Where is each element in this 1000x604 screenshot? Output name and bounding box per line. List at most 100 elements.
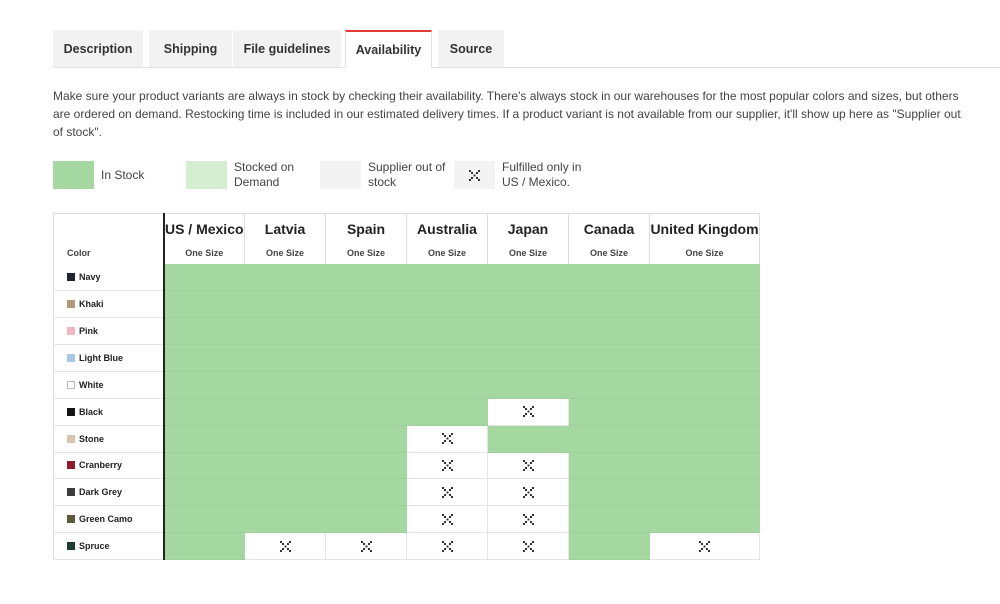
tab-availability[interactable]: Availability	[345, 30, 432, 68]
region-header-latvia: Latvia One Size	[244, 213, 326, 264]
in-stock-cell	[325, 264, 407, 292]
region-header-us-mexico: US / Mexico One Size	[162, 213, 245, 264]
color-swatch	[67, 542, 75, 551]
x-cross-icon	[522, 459, 534, 471]
in-stock-cell	[649, 371, 760, 399]
in-stock-cell	[568, 398, 650, 426]
x-cross-icon	[360, 540, 372, 552]
in-stock-cell	[487, 425, 569, 453]
in-stock-cell	[244, 425, 326, 453]
color-cell: Khaki	[53, 290, 165, 319]
in-stock-cell	[568, 344, 650, 372]
tab-bar: Description Shipping File guidelines Ava…	[53, 30, 1000, 68]
legend-fulfilled-us: Fulfilled only in US / Mexico.	[454, 160, 592, 189]
in-stock-cell	[163, 452, 245, 480]
x-cross-icon	[441, 433, 453, 445]
color-column-header: Color	[53, 213, 164, 264]
in-stock-cell	[325, 398, 407, 426]
color-name: Cranberry	[79, 460, 123, 471]
in-stock-cell	[163, 264, 245, 292]
color-name: Light Blue	[79, 353, 123, 363]
color-swatch	[67, 327, 75, 336]
color-cell: White	[53, 371, 165, 399]
in-stock-cell	[244, 478, 326, 507]
in-stock-cell	[163, 478, 245, 507]
fulfilled-us-only-cell	[487, 505, 569, 534]
in-stock-cell	[325, 478, 407, 507]
in-stock-cell	[568, 452, 650, 480]
table-row: Stone	[53, 425, 760, 453]
table-row: Light Blue	[53, 344, 760, 372]
x-cross-icon	[469, 169, 480, 181]
in-stock-cell	[568, 505, 650, 534]
size-label: One Size	[508, 248, 547, 258]
region-name: Spain	[346, 221, 386, 237]
in-stock-cell	[568, 264, 650, 292]
fulfilled-us-only-cell	[487, 478, 569, 507]
legend-supplier-out: Supplier out of stock	[320, 160, 458, 189]
color-name: Black	[79, 406, 104, 417]
color-name: White	[79, 379, 104, 390]
in-stock-cell	[244, 452, 326, 480]
color-cell: Pink	[53, 317, 165, 346]
color-swatch	[67, 434, 75, 443]
x-cross-icon	[522, 540, 534, 552]
in-stock-cell	[568, 532, 650, 560]
legend-on-demand-label: Stocked on Demand	[234, 160, 295, 189]
in-stock-cell	[487, 317, 569, 346]
color-cell: Cranberry	[53, 452, 165, 480]
color-name: Stone	[79, 433, 105, 444]
in-stock-cell	[487, 290, 569, 319]
table-row: Dark Grey	[53, 478, 760, 507]
color-name: Green Camo	[79, 514, 133, 525]
in-stock-cell	[406, 290, 488, 319]
fulfilled-us-only-cell	[487, 452, 569, 480]
color-cell: Black	[53, 398, 165, 426]
table-row: Green Camo	[53, 505, 760, 534]
in-stock-cell	[406, 344, 488, 372]
in-stock-cell	[244, 317, 326, 346]
fulfilled-us-only-cell	[649, 532, 760, 560]
fulfilled-us-only-cell	[487, 532, 569, 560]
size-label: One Size	[346, 248, 385, 258]
in-stock-cell	[244, 371, 326, 399]
size-label: One Size	[427, 248, 466, 258]
in-stock-cell	[649, 478, 760, 507]
color-name: Dark Grey	[79, 487, 123, 498]
color-swatch	[67, 300, 75, 309]
size-label: One Size	[185, 248, 224, 258]
in-stock-cell	[325, 452, 407, 480]
in-stock-cell	[325, 425, 407, 453]
x-cross-icon	[441, 459, 453, 471]
color-cell: Spruce	[53, 532, 165, 560]
color-cell: Light Blue	[53, 344, 165, 372]
color-cell: Green Camo	[53, 505, 165, 534]
color-cell: Stone	[53, 425, 165, 453]
color-swatch	[67, 273, 75, 282]
in-stock-cell	[649, 264, 760, 292]
tab-source[interactable]: Source	[438, 30, 504, 67]
x-cross-icon	[699, 540, 710, 552]
in-stock-cell	[487, 371, 569, 399]
region-name: United Kingdom	[650, 221, 759, 237]
availability-description: Make sure your product variants are alwa…	[53, 89, 961, 139]
in-stock-cell	[325, 317, 407, 346]
tab-description[interactable]: Description	[53, 30, 143, 67]
table-row: Black	[53, 398, 760, 426]
color-name: Navy	[79, 272, 101, 283]
tab-shipping[interactable]: Shipping	[149, 30, 232, 67]
tab-file-guidelines[interactable]: File guidelines	[233, 30, 341, 67]
fulfilled-us-only-cell	[244, 532, 326, 560]
in-stock-swatch	[53, 161, 94, 189]
in-stock-cell	[649, 344, 760, 372]
table-header-row: Color US / Mexico One Size Latvia One Size…	[53, 213, 760, 264]
region-header-japan: Japan One Size	[487, 213, 569, 264]
on-demand-swatch	[186, 161, 227, 189]
in-stock-cell	[163, 425, 245, 453]
size-label: One Size	[589, 248, 628, 258]
in-stock-cell	[649, 452, 760, 480]
in-stock-cell	[568, 317, 650, 346]
table-row: Spruce	[53, 532, 760, 560]
region-name: Japan	[507, 221, 549, 237]
in-stock-cell	[649, 425, 760, 453]
